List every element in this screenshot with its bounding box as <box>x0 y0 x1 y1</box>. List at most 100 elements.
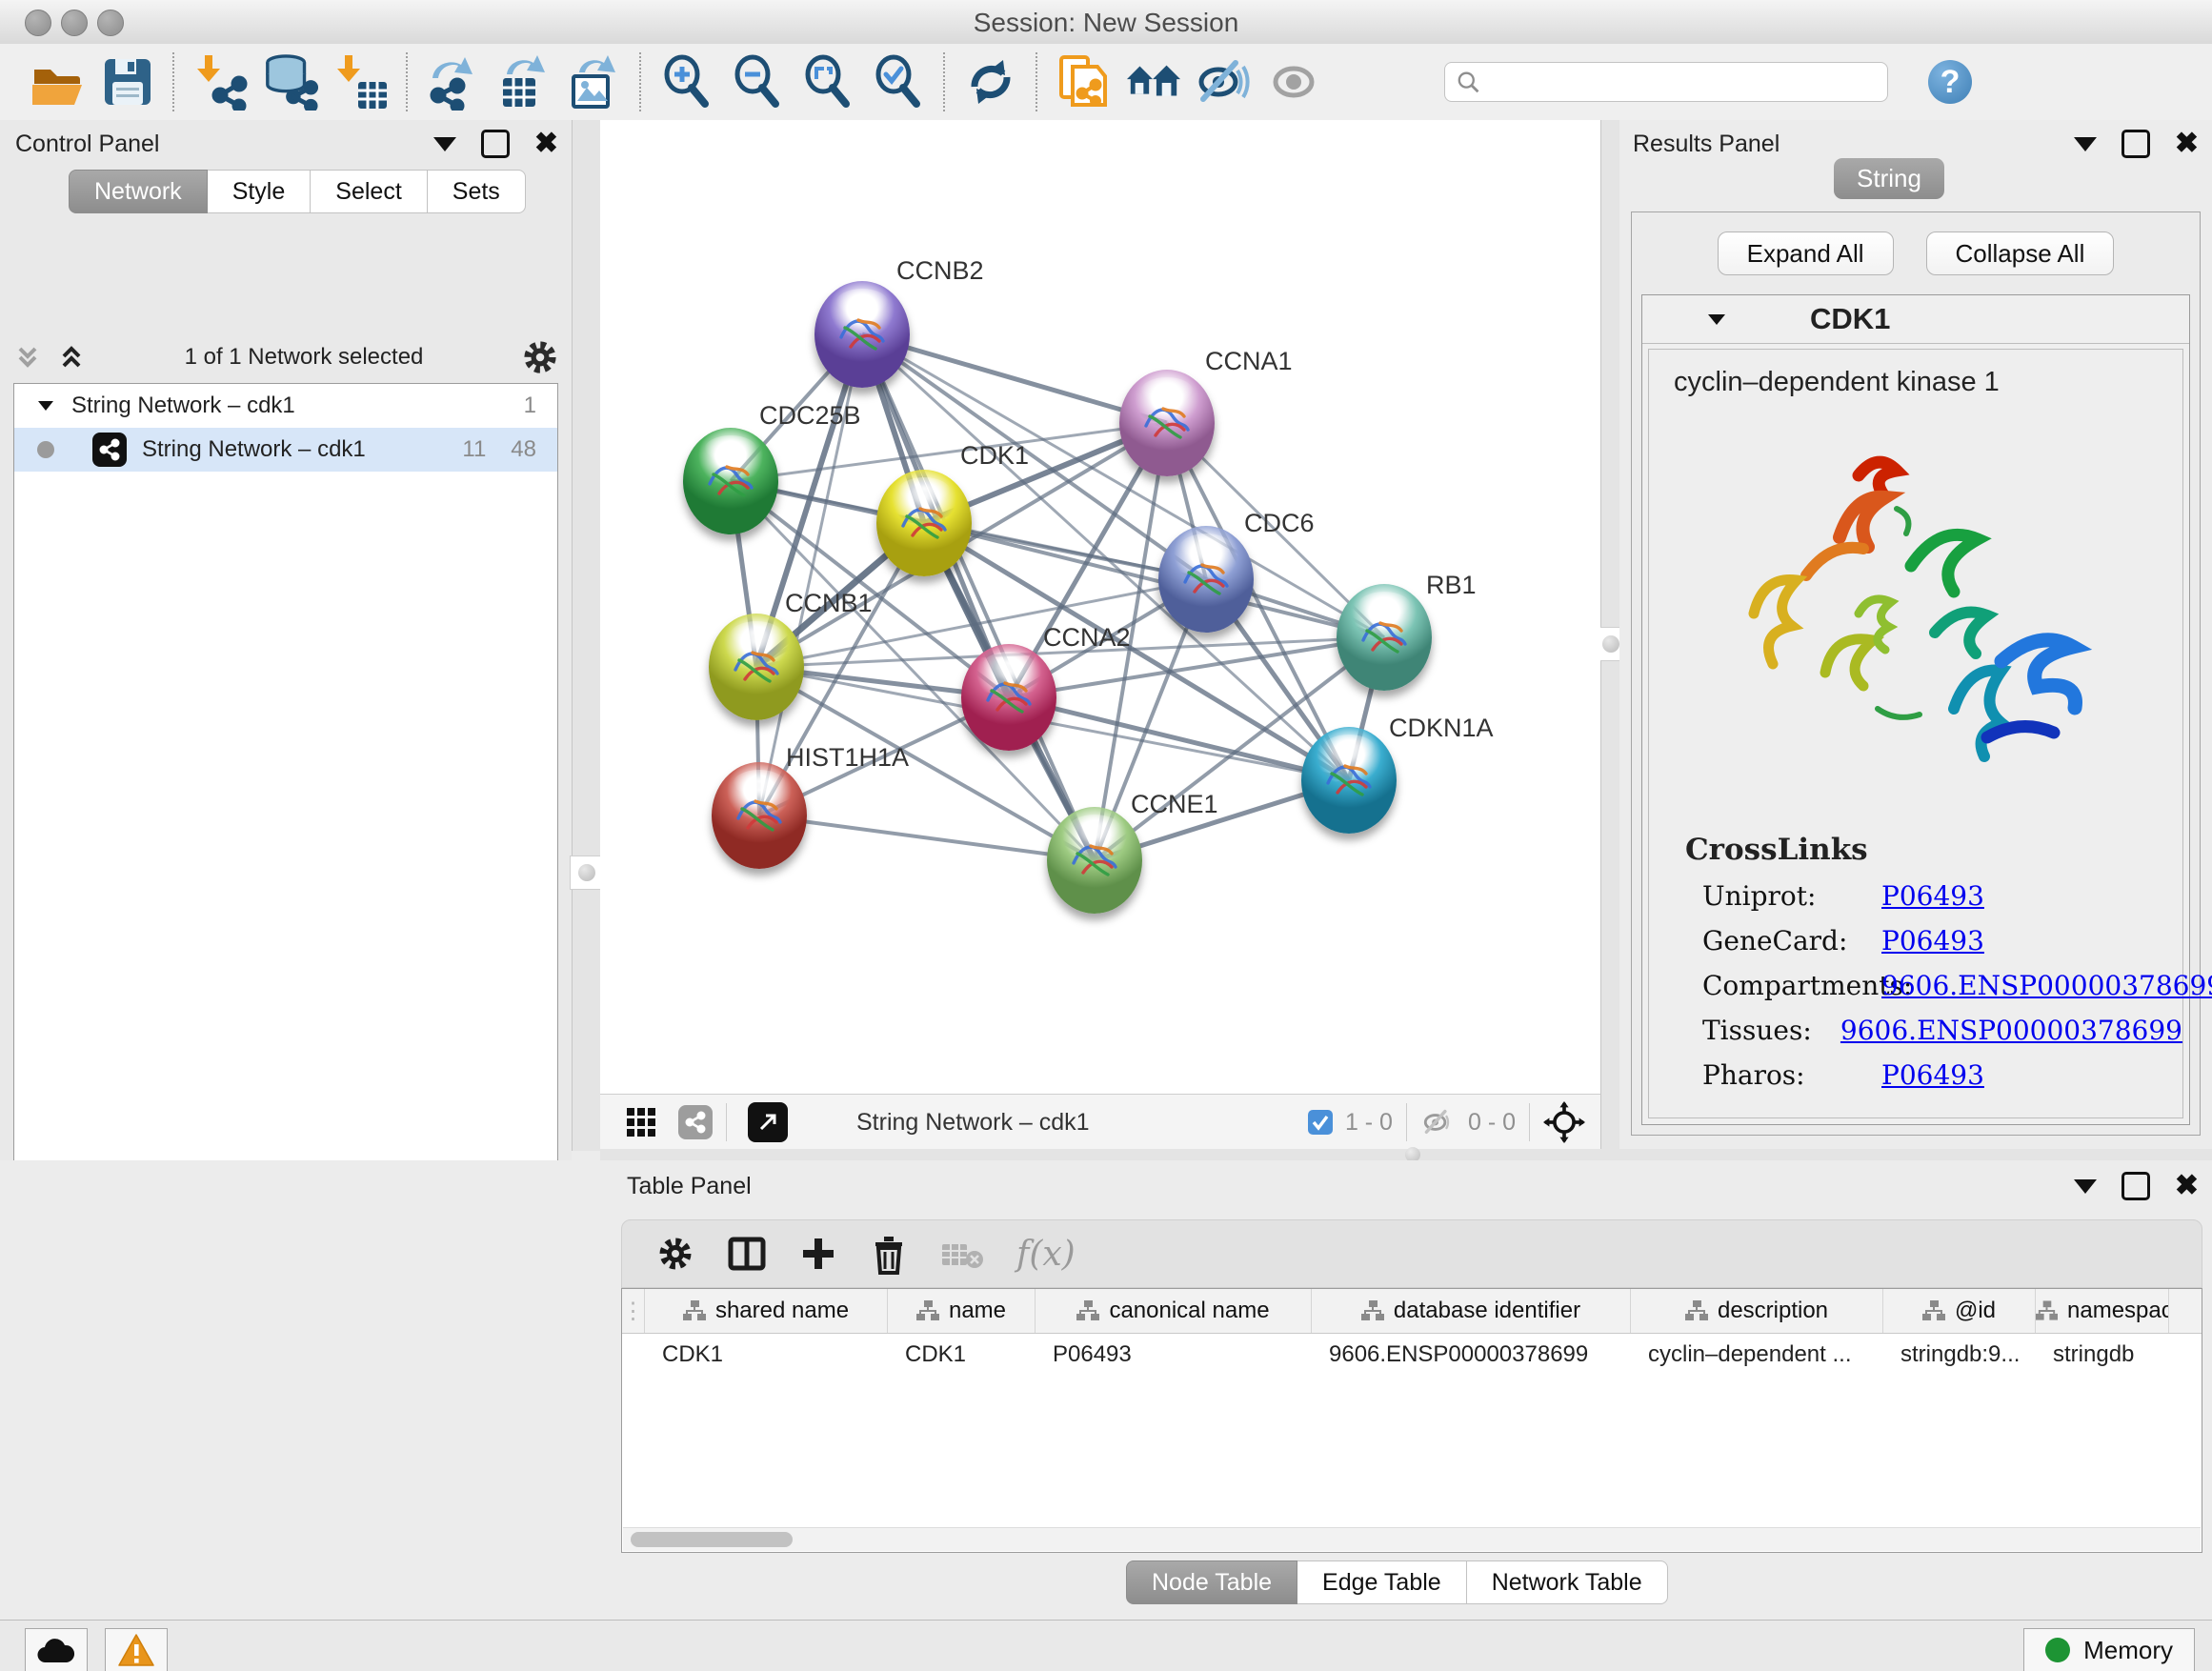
table-cell[interactable]: 9606.ENSP00000378699 <box>1312 1341 1631 1368</box>
column-header-description[interactable]: description <box>1631 1289 1883 1333</box>
show-hidden-button[interactable] <box>1266 53 1323 111</box>
network-edge[interactable] <box>759 815 1095 860</box>
left-splitter[interactable] <box>572 120 602 1151</box>
network-node-rb1[interactable] <box>1337 584 1432 691</box>
tab-network[interactable]: Network <box>69 170 208 213</box>
tab-network-table[interactable]: Network Table <box>1467 1560 1668 1604</box>
hide-selected-button[interactable] <box>1196 53 1253 111</box>
selected-checkbox-icon[interactable] <box>1307 1109 1334 1136</box>
network-node-ccna1[interactable] <box>1119 370 1215 476</box>
close-panel-icon[interactable]: ✖ <box>2175 1175 2199 1198</box>
close-panel-icon[interactable]: ✖ <box>534 132 558 155</box>
collection-expander-icon[interactable] <box>35 395 56 416</box>
import-network-database-button[interactable] <box>262 53 319 111</box>
network-edge[interactable] <box>862 334 1095 860</box>
zoom-fit-button[interactable] <box>799 53 856 111</box>
network-node-ccne1[interactable] <box>1047 807 1142 914</box>
network-node-cdkn1a[interactable] <box>1301 727 1397 834</box>
search-field[interactable] <box>1444 62 1888 102</box>
right-splitter[interactable] <box>1600 120 1621 1151</box>
network-node-cdk1[interactable] <box>876 470 972 576</box>
network-node-ccna2[interactable] <box>961 644 1056 751</box>
expand-all-button[interactable]: Expand All <box>1718 232 1894 275</box>
column-header-databaseidentifier[interactable]: database identifier <box>1312 1289 1631 1333</box>
zoom-selected-button[interactable] <box>870 53 927 111</box>
hidden-eye-icon[interactable] <box>1420 1107 1457 1137</box>
tab-style[interactable]: Style <box>208 170 312 213</box>
apply-layout-button[interactable] <box>962 53 1019 111</box>
protein-card-header[interactable]: CDK1 <box>1642 295 2189 344</box>
crosslink-link[interactable]: P06493 <box>1881 1059 1984 1091</box>
tab-string[interactable]: String <box>1834 158 1944 199</box>
left-splitter-grip[interactable] <box>570 856 604 890</box>
collapse-all-button[interactable]: Collapse All <box>1926 232 2115 275</box>
open-session-button[interactable] <box>29 53 86 111</box>
gear-icon[interactable] <box>522 339 558 375</box>
tab-node-table[interactable]: Node Table <box>1126 1560 1297 1604</box>
import-table-button[interactable] <box>332 53 390 111</box>
network-row[interactable]: String Network – cdk1 11 48 <box>14 428 557 472</box>
column-header-name[interactable]: name <box>888 1289 1036 1333</box>
export-image-button[interactable] <box>566 53 623 111</box>
copy-network-button[interactable] <box>1055 53 1112 111</box>
network-canvas[interactable]: CCNB2 CCNA1 CDC25B CDK1 CDC6 RB1 CCNB1 <box>600 120 1600 1094</box>
table-cell[interactable]: stringdb:9... <box>1883 1341 2036 1368</box>
tab-edge-table[interactable]: Edge Table <box>1297 1560 1467 1604</box>
zoom-in-button[interactable] <box>658 53 715 111</box>
float-panel-icon[interactable] <box>433 137 456 151</box>
column-header-id[interactable]: @id <box>1883 1289 2036 1333</box>
network-node-hist1h1a[interactable] <box>712 762 807 869</box>
collapse-section-icon[interactable] <box>1705 308 1728 331</box>
crosslink-link[interactable]: 9606.ENSP00000378699 <box>1881 970 2212 1001</box>
table-cell[interactable]: cyclin–dependent ... <box>1631 1341 1883 1368</box>
table-horizontal-scrollbar[interactable] <box>623 1527 2201 1551</box>
crosslink-link[interactable]: P06493 <box>1881 925 1984 956</box>
table-cell[interactable]: CDK1 <box>888 1341 1036 1368</box>
table-cell[interactable]: stringdb <box>2036 1341 2169 1368</box>
network-node-cdc6[interactable] <box>1158 526 1254 633</box>
table-settings-gear-icon[interactable] <box>656 1235 694 1273</box>
network-node-ccnb1[interactable] <box>709 614 804 720</box>
fit-selected-crosshair-icon[interactable] <box>1543 1101 1585 1143</box>
warnings-button[interactable] <box>105 1628 168 1671</box>
float-panel-icon[interactable] <box>2074 1179 2097 1194</box>
table-cell[interactable]: P06493 <box>1036 1341 1312 1368</box>
tab-select[interactable]: Select <box>311 170 427 213</box>
network-node-ccnb2[interactable] <box>814 281 910 388</box>
float-panel-icon[interactable] <box>2074 137 2097 151</box>
collapse-all-chevron-icon[interactable] <box>13 343 42 372</box>
add-column-icon[interactable] <box>799 1235 837 1273</box>
network-node-cdc25b[interactable] <box>683 428 778 534</box>
import-network-file-button[interactable] <box>191 53 249 111</box>
close-panel-icon[interactable]: ✖ <box>2175 132 2199 155</box>
memory-button[interactable]: Memory <box>2023 1628 2195 1671</box>
select-columns-icon[interactable] <box>727 1234 767 1274</box>
maximize-panel-icon[interactable] <box>2122 130 2150 158</box>
cloud-button[interactable] <box>25 1628 88 1671</box>
column-header-canonicalname[interactable]: canonical name <box>1036 1289 1312 1333</box>
crosslink-link[interactable]: P06493 <box>1881 880 1984 912</box>
help-button[interactable]: ? <box>1928 60 1972 104</box>
detach-view-button[interactable] <box>748 1102 788 1142</box>
delete-column-trash-icon[interactable] <box>870 1233 908 1275</box>
export-network-button[interactable] <box>425 53 482 111</box>
horizontal-splitter[interactable] <box>600 1149 2212 1160</box>
grid-view-icon[interactable] <box>625 1106 657 1138</box>
tab-sets[interactable]: Sets <box>428 170 526 213</box>
maximize-panel-icon[interactable] <box>481 130 510 158</box>
column-header-namespace[interactable]: namespace <box>2036 1289 2169 1333</box>
table-row[interactable]: CDK1CDK1P064939606.ENSP00000378699cyclin… <box>622 1334 2202 1376</box>
export-table-button[interactable] <box>495 53 553 111</box>
network-collection-row[interactable]: String Network – cdk1 1 <box>14 384 557 428</box>
network-view-type-icon[interactable] <box>678 1105 713 1139</box>
column-header-sharedname[interactable]: shared name <box>645 1289 888 1333</box>
table-cell[interactable]: CDK1 <box>645 1341 888 1368</box>
crosslink-link[interactable]: 9606.ENSP00000378699 <box>1840 1015 2182 1046</box>
expand-all-chevron-icon[interactable] <box>57 343 86 372</box>
scrollbar-thumb[interactable] <box>631 1532 793 1547</box>
save-session-button[interactable] <box>99 53 156 111</box>
search-input[interactable] <box>1479 68 1876 96</box>
zoom-out-button[interactable] <box>729 53 786 111</box>
show-all-networks-button[interactable] <box>1125 53 1182 111</box>
maximize-panel-icon[interactable] <box>2122 1172 2150 1200</box>
